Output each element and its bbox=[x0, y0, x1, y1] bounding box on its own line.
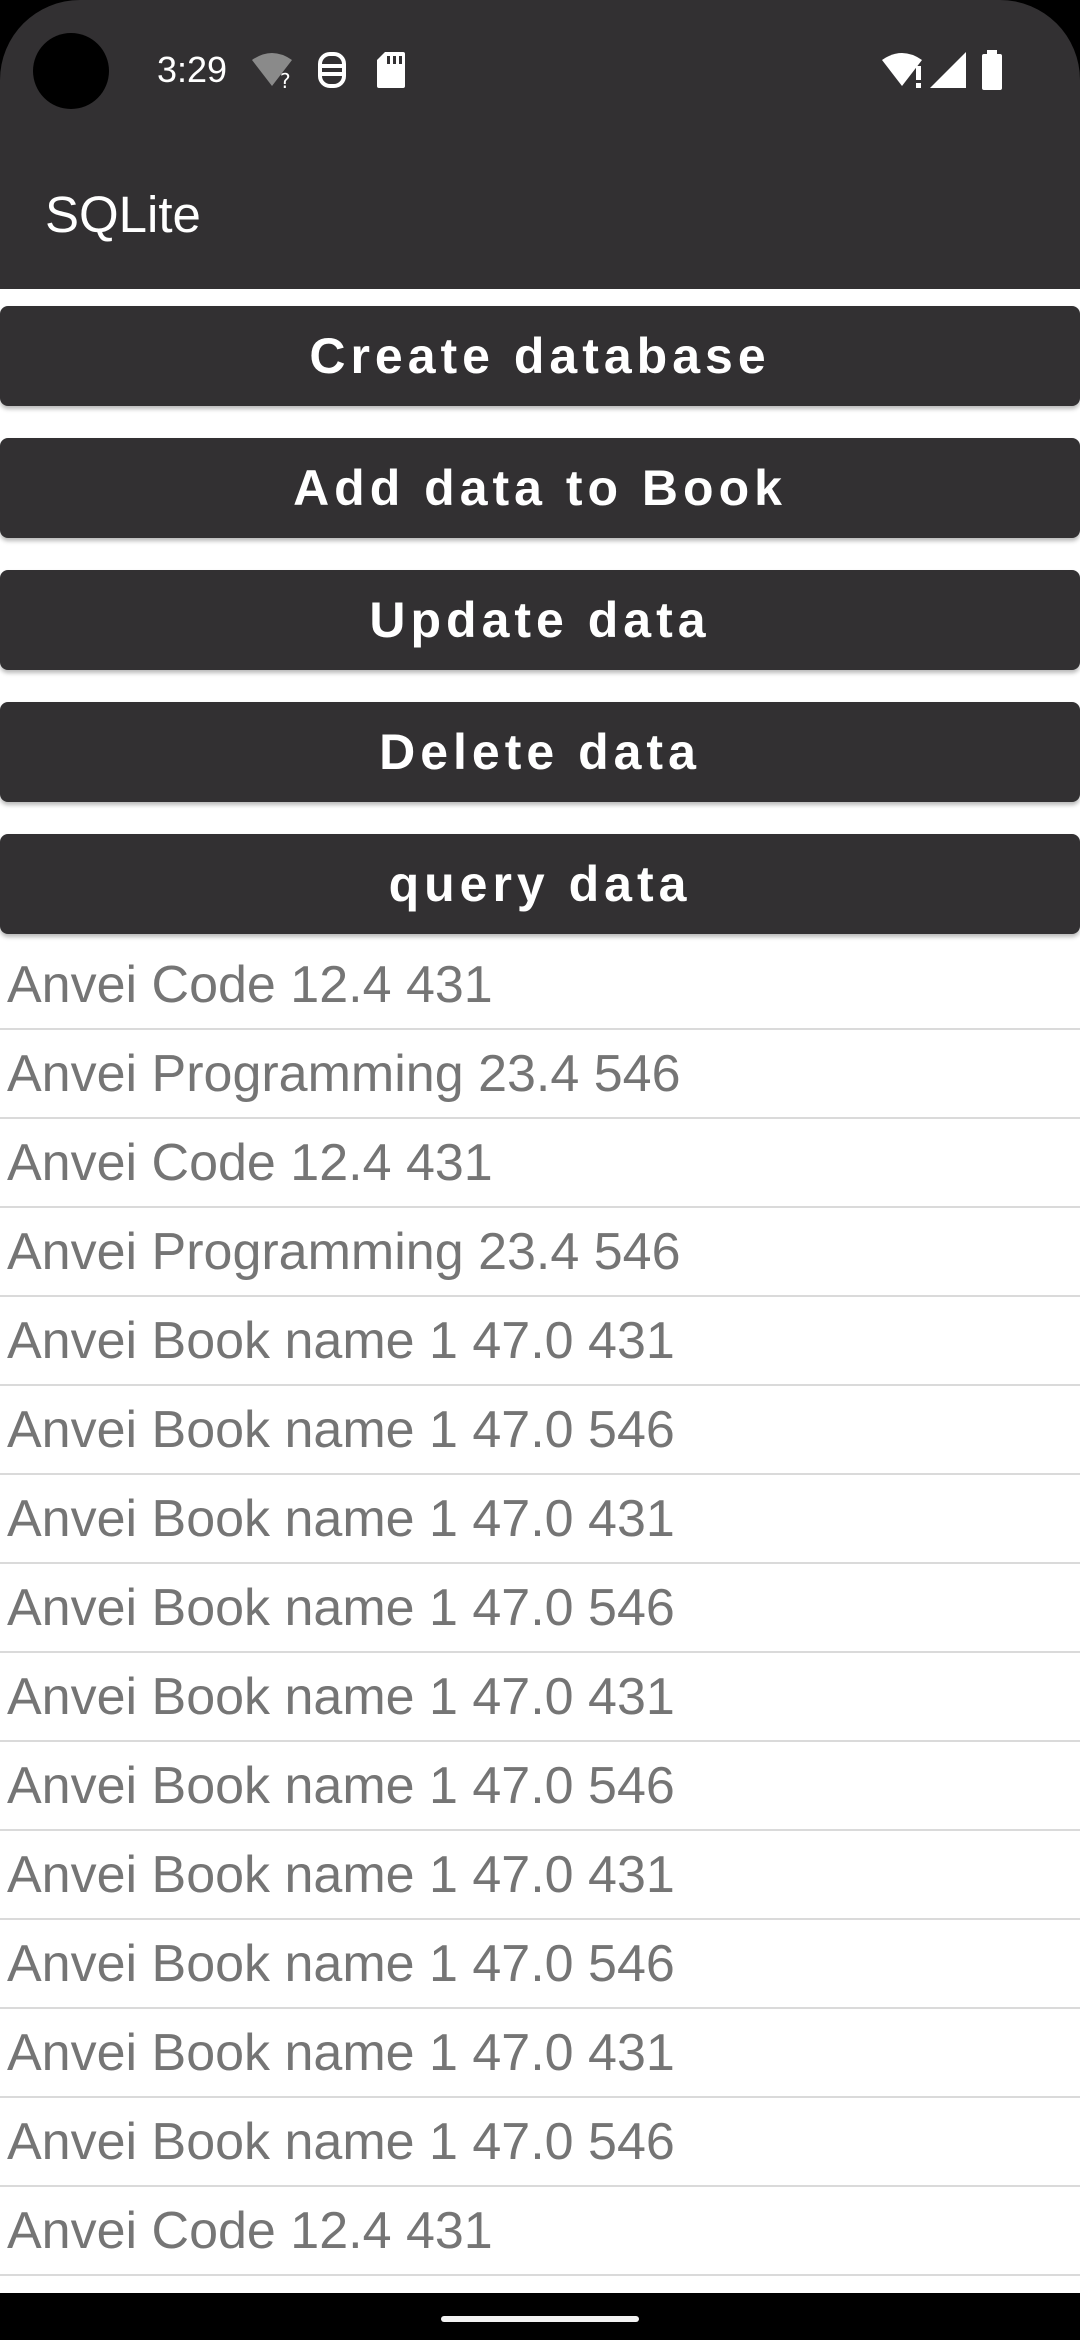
query-data-button[interactable]: query data bbox=[0, 834, 1080, 934]
battery-icon bbox=[982, 50, 1002, 90]
results-list[interactable]: Anvei Code 12.4 431 Anvei Programming 23… bbox=[0, 941, 1080, 2276]
wifi-settings-icon bbox=[318, 52, 346, 88]
navigation-bar bbox=[0, 2293, 1080, 2340]
list-item[interactable]: Anvei Code 12.4 431 bbox=[0, 941, 1080, 1030]
list-item[interactable]: Anvei Book name 1 47.0 546 bbox=[0, 1742, 1080, 1831]
create-database-button[interactable]: Create database bbox=[0, 306, 1080, 406]
list-item[interactable]: Anvei Book name 1 47.0 546 bbox=[0, 1920, 1080, 2009]
list-item[interactable]: Anvei Book name 1 47.0 431 bbox=[0, 1475, 1080, 1564]
list-item[interactable]: Anvei Code 12.4 431 bbox=[0, 1119, 1080, 1208]
list-item[interactable]: Anvei Programming 23.4 546 bbox=[0, 1030, 1080, 1119]
list-item[interactable]: Anvei Book name 1 47.0 431 bbox=[0, 1831, 1080, 1920]
top-bar: 3:29 ? SQLite bbox=[0, 0, 1080, 289]
list-item[interactable]: Anvei Code 12.4 431 bbox=[0, 2187, 1080, 2276]
sd-card-icon bbox=[377, 52, 405, 88]
home-gesture-handle[interactable] bbox=[441, 2316, 639, 2322]
wifi-alert-icon bbox=[882, 53, 922, 88]
delete-data-button[interactable]: Delete data bbox=[0, 702, 1080, 802]
main-content: Create database Add data to Book Update … bbox=[0, 289, 1080, 2293]
cell-signal-icon bbox=[930, 52, 966, 88]
list-item[interactable]: Anvei Programming 23.4 546 bbox=[0, 1208, 1080, 1297]
front-camera-cutout bbox=[33, 33, 109, 109]
list-item[interactable]: Anvei Book name 1 47.0 431 bbox=[0, 2009, 1080, 2098]
list-item[interactable]: Anvei Book name 1 47.0 546 bbox=[0, 1564, 1080, 1653]
app-screen: 3:29 ? SQLite Create database Add data t… bbox=[0, 0, 1080, 2340]
svg-text:?: ? bbox=[280, 69, 291, 90]
app-title: SQLite bbox=[45, 186, 201, 243]
update-data-button[interactable]: Update data bbox=[0, 570, 1080, 670]
list-item[interactable]: Anvei Book name 1 47.0 546 bbox=[0, 2098, 1080, 2187]
list-item[interactable]: Anvei Book name 1 47.0 431 bbox=[0, 1297, 1080, 1386]
status-time: 3:29 bbox=[157, 49, 228, 90]
list-item[interactable]: Anvei Book name 1 47.0 431 bbox=[0, 1653, 1080, 1742]
list-item[interactable]: Anvei Book name 1 47.0 546 bbox=[0, 1386, 1080, 1475]
wifi-question-icon: ? bbox=[252, 53, 292, 90]
add-data-button[interactable]: Add data to Book bbox=[0, 438, 1080, 538]
